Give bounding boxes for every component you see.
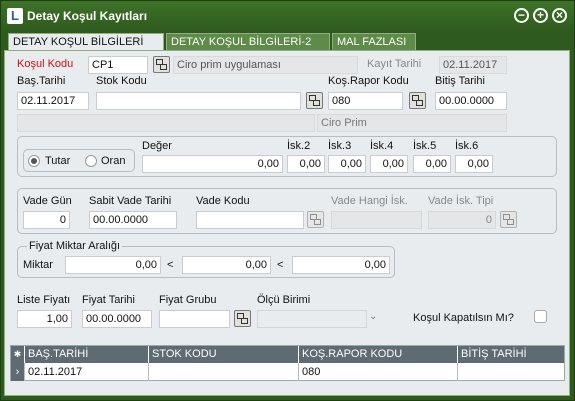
- fiyat-grubu-lookup-icon[interactable]: [234, 310, 251, 327]
- isk5-label: İsk.5: [413, 140, 437, 152]
- kosul-kodu-label: Koşul Kodu: [17, 58, 74, 70]
- deger-label: Değer: [142, 140, 172, 152]
- title-bar[interactable]: L Detay Koşul Kayıtları − + ×: [1, 1, 574, 31]
- kos-rapor-kodu-lookup-icon[interactable]: [409, 92, 426, 109]
- vade-gun-input[interactable]: 0: [23, 211, 70, 229]
- vade-kodu-input[interactable]: [196, 211, 304, 229]
- kos-rapor-kodu-label: Koş.Rapor Kodu: [328, 75, 409, 87]
- form-panel: Koşul Kodu CP1 Ciro prim uygulaması Kayı…: [4, 50, 570, 396]
- tab-detay-kosul-bilgileri-2[interactable]: DETAY KOŞUL BİLGİLERİ-2: [166, 33, 330, 50]
- row-indicator-icon: ›: [11, 363, 25, 381]
- bitis-tarihi-label: Bitiş Tarihi: [435, 75, 485, 87]
- kayit-tarihi-field: 02.11.2017: [439, 56, 507, 74]
- miktar-label: Miktar: [23, 259, 53, 271]
- kayit-tarihi-label: Kayıt Tarihi: [367, 58, 422, 70]
- sabit-vade-tarihi-input[interactable]: 00.00.0000: [89, 211, 177, 229]
- tab-mal-fazlasi[interactable]: MAL FAZLASI: [332, 33, 416, 50]
- grid-col-bitis-tarihi[interactable]: BİTİŞ TARİHİ: [458, 346, 564, 363]
- close-button[interactable]: ×: [552, 8, 567, 23]
- fiyat-tarihi-label: Fiyat Tarihi: [82, 294, 135, 306]
- oran-radio[interactable]: [85, 155, 97, 167]
- vade-isk-tipi-label: Vade İsk. Tipi: [428, 195, 494, 207]
- kosul-description-field: Ciro prim uygulaması: [173, 56, 358, 74]
- bas-tarihi-label: Baş.Tarihi: [17, 75, 66, 87]
- fiyat-grubu-input[interactable]: [159, 310, 230, 328]
- isk4-label: İsk.4: [370, 140, 394, 152]
- vade-kodu-lookup-icon[interactable]: [307, 211, 324, 228]
- kos-rapor-kodu-input[interactable]: 080: [328, 92, 403, 110]
- cell-bitis-tarihi[interactable]: [458, 363, 564, 381]
- grid-corner-icon: ✱: [11, 346, 25, 363]
- less-than-sign-2: <: [277, 259, 284, 271]
- grid-col-bas-tarihi[interactable]: BAŞ.TARİHİ: [25, 346, 149, 363]
- isk6-input[interactable]: 0,00: [455, 155, 493, 173]
- tutar-radio[interactable]: [28, 155, 40, 167]
- isk6-label: İsk.6: [455, 140, 479, 152]
- stok-kodu-lookup-icon[interactable]: [306, 92, 323, 109]
- miktar-min-input[interactable]: 0,00: [65, 256, 161, 274]
- vade-gun-label: Vade Gün: [23, 195, 72, 207]
- bas-tarihi-input[interactable]: 02.11.2017: [17, 92, 89, 110]
- chevron-down-icon[interactable]: ⌄: [369, 311, 377, 322]
- isk5-input[interactable]: 0,00: [413, 155, 451, 173]
- kosul-kodu-lookup-icon[interactable]: [153, 56, 170, 73]
- kosul-kodu-input[interactable]: CP1: [88, 56, 148, 74]
- rapor-description-field: Ciro Prim: [317, 114, 507, 132]
- isk4-input[interactable]: 0,00: [370, 155, 408, 173]
- detail-grid: ✱ BAŞ.TARİHİ STOK KODU KOŞ.RAPOR KODU Bİ…: [10, 345, 565, 381]
- liste-fiyati-input[interactable]: 1,00: [17, 310, 72, 328]
- app-logo-icon: L: [7, 8, 23, 24]
- tab-detay-kosul-bilgileri[interactable]: DETAY KOŞUL BİLGİLERİ: [8, 33, 164, 51]
- window-title: Detay Koşul Kayıtları: [27, 9, 148, 23]
- miktar-mid-input[interactable]: 0,00: [182, 256, 271, 274]
- fiyat-miktar-group-label: Fiyat Miktar Aralığı: [27, 240, 123, 252]
- fiyat-grubu-label: Fiyat Grubu: [159, 294, 217, 306]
- fiyat-tarihi-input[interactable]: 00.00.0000: [82, 310, 152, 328]
- stok-kodu-input[interactable]: [96, 92, 301, 110]
- olcu-birimi-select[interactable]: [257, 310, 367, 328]
- bitis-tarihi-input[interactable]: 00.00.0000: [435, 92, 507, 110]
- tutar-label: Tutar: [45, 155, 71, 167]
- liste-fiyati-label: Liste Fiyatı: [17, 294, 71, 306]
- maximize-button[interactable]: +: [533, 8, 548, 23]
- miktar-max-input[interactable]: 0,00: [292, 256, 390, 274]
- deger-input[interactable]: 0,00: [142, 155, 283, 173]
- isk2-label: İsk.2: [287, 140, 311, 152]
- grid-col-stok-kodu[interactable]: STOK KODU: [149, 346, 299, 363]
- grid-col-kos-rapor-kodu[interactable]: KOŞ.RAPOR KODU: [299, 346, 458, 363]
- table-row[interactable]: › 02.11.2017 080: [11, 363, 564, 381]
- vade-hangi-isk-label: Vade Hangi İsk.: [331, 195, 408, 207]
- kosul-kapatilsin-label: Koşul Kapatılsın Mı?: [413, 312, 514, 324]
- stok-description-field: [17, 114, 315, 132]
- isk2-input[interactable]: 0,00: [287, 155, 325, 173]
- sabit-vade-tarihi-label: Sabit Vade Tarihi: [89, 195, 172, 207]
- isk3-input[interactable]: 0,00: [328, 155, 366, 173]
- less-than-sign-1: <: [167, 259, 174, 271]
- isk3-label: İsk.3: [328, 140, 352, 152]
- vade-kodu-label: Vade Kodu: [196, 195, 250, 207]
- vade-hangi-isk-input: [331, 211, 422, 229]
- olcu-birimi-label: Ölçü Birimi: [257, 294, 311, 306]
- vade-isk-tipi-lookup-icon[interactable]: [500, 211, 517, 228]
- dialog-window: L Detay Koşul Kayıtları − + × DETAY KOŞU…: [0, 0, 575, 401]
- stok-kodu-label: Stok Kodu: [96, 75, 147, 87]
- minimize-button[interactable]: −: [514, 8, 529, 23]
- vade-isk-tipi-input: 0: [428, 211, 496, 229]
- oran-label: Oran: [101, 155, 126, 167]
- cell-stok-kodu[interactable]: [149, 363, 299, 381]
- cell-kos-rapor-kodu[interactable]: 080: [299, 363, 458, 381]
- grid-header: ✱ BAŞ.TARİHİ STOK KODU KOŞ.RAPOR KODU Bİ…: [11, 346, 564, 363]
- kosul-kapatilsin-checkbox[interactable]: [534, 310, 547, 323]
- cell-bas-tarihi[interactable]: 02.11.2017: [25, 363, 149, 381]
